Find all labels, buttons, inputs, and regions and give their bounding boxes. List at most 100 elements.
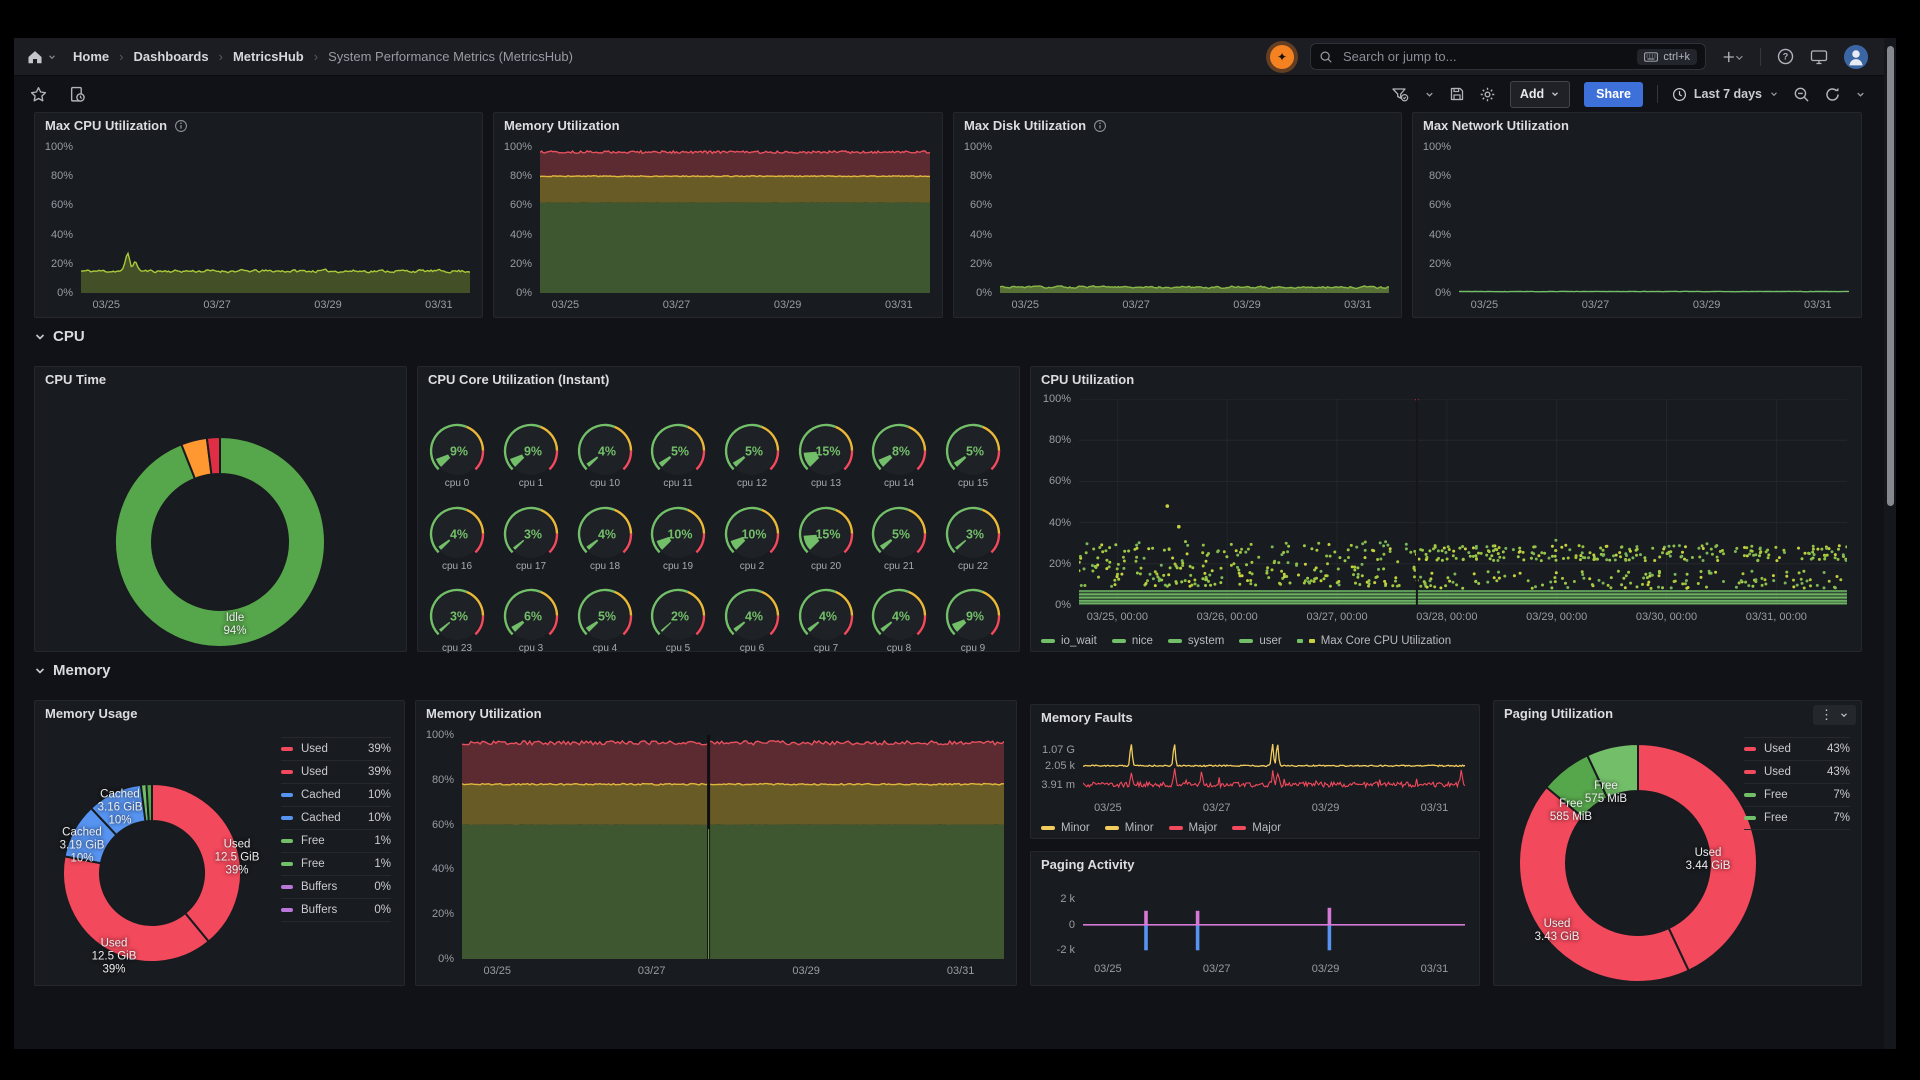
breadcrumb-home[interactable]: Home	[73, 49, 109, 64]
svg-text:4%: 4%	[819, 610, 837, 624]
search-box[interactable]: ctrl+k	[1310, 43, 1706, 70]
legend-item[interactable]: io_wait	[1041, 635, 1097, 647]
donut-label-line: 575 MiB	[1585, 793, 1627, 806]
legend-row[interactable]: Free7%	[1744, 806, 1850, 830]
breadcrumb-dashboards[interactable]: Dashboards	[133, 49, 208, 64]
plot-area[interactable]	[1459, 147, 1849, 293]
panel-title[interactable]: Paging Utilization	[1504, 706, 1613, 721]
plot-area[interactable]	[540, 147, 930, 293]
legend-row[interactable]: Free1%	[281, 852, 391, 875]
legend-row[interactable]: Used43%	[1744, 760, 1850, 783]
legend-item[interactable]: Minor	[1041, 822, 1090, 834]
legend-item[interactable]: Minor	[1105, 822, 1154, 834]
panel-title[interactable]: CPU Time	[45, 372, 106, 387]
add-new-button[interactable]	[1722, 49, 1744, 65]
add-panel-button[interactable]: Add	[1510, 81, 1570, 108]
panel-menu-button[interactable]: ⋮	[1813, 705, 1856, 725]
panel-title[interactable]: Max CPU Utilization	[45, 118, 167, 133]
y-axis-label: 20%	[1031, 558, 1071, 570]
document-clock-button[interactable]	[69, 86, 86, 103]
panel-title[interactable]: Max Network Utilization	[1423, 118, 1569, 133]
time-range-picker[interactable]: Last 7 days	[1672, 87, 1779, 102]
plot-area[interactable]	[1000, 147, 1389, 293]
scrollbar-thumb[interactable]	[1887, 46, 1894, 506]
save-dashboard-button[interactable]	[1449, 86, 1465, 102]
section-header-memory[interactable]: Memory	[34, 662, 111, 679]
y-axis-label: 0%	[35, 287, 73, 299]
panel-title[interactable]: Memory Usage	[45, 706, 137, 721]
share-button[interactable]: Share	[1584, 82, 1643, 107]
panel-cpu-time: CPU Time Idle94%	[34, 366, 407, 652]
legend-row[interactable]: Free7%	[1744, 783, 1850, 806]
ai-assistant-button[interactable]: ✦	[1270, 45, 1294, 69]
panel-title[interactable]: CPU Utilization	[1041, 372, 1134, 387]
info-icon[interactable]	[1093, 119, 1107, 133]
legend-item[interactable]: user	[1239, 635, 1281, 647]
x-axis-label: 03/29	[1233, 299, 1261, 311]
legend-row[interactable]: Buffers0%	[281, 875, 391, 898]
news-monitor-button[interactable]	[1810, 49, 1828, 65]
y-axis-label: 20%	[416, 908, 454, 920]
x-axis-label: 03/25	[1094, 963, 1122, 975]
help-button[interactable]: ?	[1777, 48, 1794, 65]
help-icon: ?	[1777, 48, 1794, 65]
legend-item[interactable]: Major	[1169, 822, 1218, 834]
y-axis-label: 0%	[1031, 599, 1071, 611]
home-button[interactable]	[26, 48, 57, 66]
plot-area[interactable]	[1079, 399, 1847, 605]
chevron-down-icon	[1424, 89, 1435, 100]
legend-row[interactable]: Used39%	[281, 737, 391, 760]
info-icon[interactable]	[174, 119, 188, 133]
scatter-chart: 100%80%60%40%20%0%03/25, 00:0003/26, 00:…	[1031, 393, 1861, 651]
legend-value: 1%	[374, 858, 391, 870]
legend-row[interactable]: Cached10%	[281, 783, 391, 806]
legend-row[interactable]: Used43%	[1744, 737, 1850, 760]
variables-filter-button[interactable]	[1391, 86, 1410, 103]
legend-row[interactable]: Cached10%	[281, 806, 391, 829]
legend-swatch	[1309, 639, 1315, 643]
scrollbar-track[interactable]	[1884, 38, 1896, 1049]
panel-title[interactable]: Paging Activity	[1041, 857, 1134, 872]
keyboard-shortcut-badge: ctrl+k	[1637, 49, 1697, 65]
favorite-star-button[interactable]	[30, 86, 47, 103]
panel-paging-utilization: Paging Utilization ⋮ Used3.44 GiBUsed3.4…	[1493, 700, 1862, 986]
legend-swatch	[1744, 770, 1756, 774]
plot-area[interactable]	[462, 735, 1004, 959]
search-input[interactable]	[1341, 48, 1629, 65]
legend-item[interactable]: nice	[1112, 635, 1153, 647]
cpu-core-label: cpu 15	[936, 478, 1010, 489]
divider	[1760, 48, 1761, 66]
refresh-button[interactable]	[1824, 86, 1841, 103]
zoom-out-button[interactable]	[1793, 86, 1810, 103]
panel-title[interactable]: Memory Utilization	[426, 706, 542, 721]
cpu-core-label: cpu 18	[568, 561, 642, 572]
filter-dropdown-chevron[interactable]	[1424, 89, 1435, 100]
y-axis-label: 40%	[1413, 229, 1451, 241]
legend-row[interactable]: Used39%	[281, 760, 391, 783]
legend-label: Cached	[301, 789, 360, 801]
breadcrumb-folder[interactable]: MetricsHub	[233, 49, 304, 64]
legend-label: Free	[301, 835, 366, 847]
legend-row[interactable]: Buffers0%	[281, 898, 391, 922]
donut-label-line: 585 MiB	[1550, 811, 1592, 824]
y-axis-label: 80%	[1031, 434, 1071, 446]
cpu-core-gauge: 9%	[936, 586, 1010, 644]
legend-item[interactable]: system	[1168, 635, 1224, 647]
panel-title[interactable]: CPU Core Utilization (Instant)	[428, 372, 609, 387]
panel-title[interactable]: Memory Faults	[1041, 710, 1133, 725]
plot-area[interactable]	[1083, 890, 1465, 957]
panel-title[interactable]: Memory Utilization	[504, 118, 620, 133]
section-header-cpu[interactable]: CPU	[34, 328, 85, 345]
y-axis-label: -2 k	[1031, 944, 1075, 956]
dashboard-settings-button[interactable]	[1479, 86, 1496, 103]
user-avatar[interactable]	[1844, 45, 1868, 69]
plot-area[interactable]	[81, 147, 470, 293]
legend-item[interactable]: Major	[1232, 822, 1281, 834]
legend-row[interactable]: Free1%	[281, 829, 391, 852]
svg-text:?: ?	[1783, 52, 1789, 62]
refresh-interval-dropdown[interactable]	[1855, 89, 1866, 100]
panel-title[interactable]: Max Disk Utilization	[964, 118, 1086, 133]
svg-text:4%: 4%	[892, 610, 910, 624]
plot-area[interactable]	[1083, 739, 1465, 796]
legend-item[interactable]: Max Core CPU Utilization	[1297, 635, 1451, 647]
